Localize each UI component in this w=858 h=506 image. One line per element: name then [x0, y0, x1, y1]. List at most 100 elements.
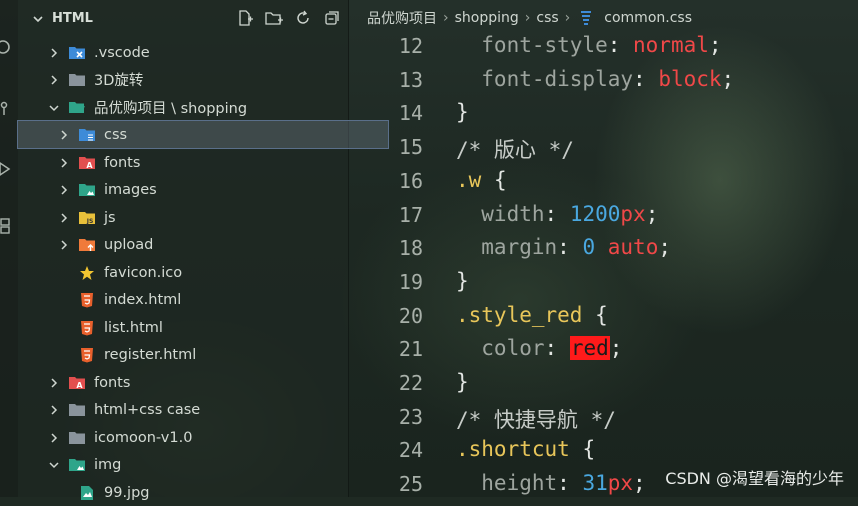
code-token: ; [708, 33, 722, 57]
tree-item-images[interactable]: images [18, 176, 388, 203]
tree-item-fonts[interactable]: Afonts [18, 149, 388, 176]
chevron-right-icon[interactable] [58, 129, 70, 141]
chevron-right-icon[interactable] [48, 377, 60, 389]
code-line[interactable]: 13 font-display: block; [349, 65, 858, 99]
code-token: ; [658, 235, 671, 260]
tree-item-99-jpg[interactable]: 99.jpg [18, 479, 388, 506]
extensions-icon[interactable] [0, 216, 12, 234]
code-text: width: 1200px; [456, 202, 658, 226]
code-token: font-display [456, 66, 634, 91]
code-text: .style_red { [456, 303, 608, 327]
html5-icon [78, 347, 96, 363]
tree-item-favicon-ico[interactable]: favicon.ico [18, 259, 388, 286]
chevron-down-icon[interactable] [48, 459, 60, 471]
chevron-right-icon[interactable] [48, 74, 60, 86]
tree-item-js[interactable]: JS js [18, 204, 388, 231]
collapse-all-icon[interactable] [322, 8, 342, 28]
new-file-icon[interactable] [235, 8, 255, 28]
chevron-right-icon[interactable] [58, 239, 70, 251]
code-line[interactable]: 17 width: 1200px; [349, 200, 858, 234]
tree-item-css[interactable]: css [17, 120, 389, 149]
code-line[interactable]: 14} [349, 98, 858, 132]
code-text: /* 快捷导航 */ [456, 404, 616, 434]
breadcrumb-part[interactable]: css [536, 10, 558, 26]
tree-item-upload[interactable]: upload [18, 231, 388, 258]
line-number: 14 [398, 101, 423, 126]
folder-open-icon [68, 100, 86, 116]
svg-text:A: A [86, 161, 93, 170]
tree-item-label: fonts [94, 374, 131, 391]
code-token: px [607, 471, 634, 496]
code-text: font-style: normal; [456, 33, 722, 57]
explorer-header[interactable]: HTML [18, 6, 348, 32]
tree-item-fonts[interactable]: Afonts [18, 369, 378, 396]
chevron-right-icon[interactable] [48, 47, 60, 59]
breadcrumb-file[interactable]: common.css [604, 10, 692, 26]
code-token: block [658, 66, 722, 91]
code-line[interactable]: 16 .w { [349, 166, 858, 200]
run-debug-icon[interactable] [0, 160, 12, 178]
tree-item-label: 品优购项目 \ shopping [94, 101, 248, 117]
code-token: /* 快捷导航 */ [456, 407, 616, 432]
code-token: normal [633, 33, 709, 57]
code-line[interactable]: 20 .style_red { [349, 301, 858, 335]
code-token: auto [607, 235, 659, 260]
tree-item-index-html[interactable]: index.html [18, 286, 388, 313]
code-line[interactable]: 19} [349, 267, 858, 301]
line-number: 12 [398, 34, 423, 58]
chevron-down-icon[interactable] [32, 13, 44, 25]
code-token: color [456, 336, 545, 361]
code-token: : [607, 33, 634, 57]
code-token: /* 版心 */ [456, 138, 574, 163]
code-text: /* 版心 */ [456, 134, 574, 164]
chevron-right-icon[interactable] [48, 432, 60, 444]
folder-icon [68, 72, 86, 88]
css-folder-icon [78, 127, 96, 143]
code-line[interactable]: 21 color: red; [349, 334, 858, 368]
code-token: ; [633, 471, 646, 496]
fonts-folder-icon: A [78, 155, 96, 171]
new-folder-icon[interactable] [264, 8, 284, 28]
code-token: width [456, 201, 545, 226]
tree-item-label: list.html [104, 319, 163, 336]
tree-item-vscode[interactable]: .vscode [18, 39, 378, 66]
html5-icon [78, 292, 96, 308]
tree-item-html-css-case[interactable]: html+css case [18, 396, 378, 423]
chevron-right-icon[interactable] [58, 184, 70, 196]
code-token: } [456, 370, 469, 394]
tree-item-label: upload [104, 236, 154, 253]
chevron-down-icon[interactable] [48, 102, 60, 114]
source-control-icon[interactable] [0, 100, 12, 118]
code-text: margin: 0 auto; [456, 235, 671, 259]
search-icon[interactable] [0, 38, 12, 56]
tree-item-icomoon-v1-0[interactable]: icomoon-v1.0 [18, 424, 378, 451]
code-line[interactable]: 18 margin: 0 auto; [349, 233, 858, 267]
chevron-right-icon[interactable] [58, 212, 70, 224]
tree-item-3d[interactable]: 3D旋转 [18, 66, 378, 93]
html5-icon [78, 320, 96, 336]
code-line[interactable]: 23 /* 快捷导航 */ [349, 402, 858, 436]
breadcrumb-part[interactable]: 品优购项目 [367, 8, 437, 28]
code-token: : [544, 201, 570, 226]
breadcrumb-part[interactable]: shopping [455, 10, 519, 26]
code-token: .shortcut [456, 437, 570, 462]
code-token: height [456, 471, 558, 496]
code-line[interactable]: 15 /* 版心 */ [349, 132, 858, 166]
code-line[interactable]: 22} [349, 368, 858, 402]
line-number: 19 [398, 269, 423, 294]
chevron-right-icon[interactable] [58, 157, 70, 169]
tree-item-register-html[interactable]: register.html [18, 341, 388, 368]
code-line[interactable]: 12 font-style: normal; [349, 31, 858, 65]
code-text: font-display: block; [456, 67, 734, 91]
tree-item-img[interactable]: img [18, 451, 378, 478]
tree-item-label: html+css case [94, 401, 201, 418]
chevron-right-icon[interactable] [48, 404, 60, 416]
code-text: } [456, 100, 469, 124]
tree-item-shopping[interactable]: 品优购项目 \ shopping [18, 94, 378, 121]
refresh-icon[interactable] [293, 8, 313, 28]
tree-item-label: js [104, 209, 116, 226]
tree-item-list-html[interactable]: list.html [18, 314, 388, 341]
